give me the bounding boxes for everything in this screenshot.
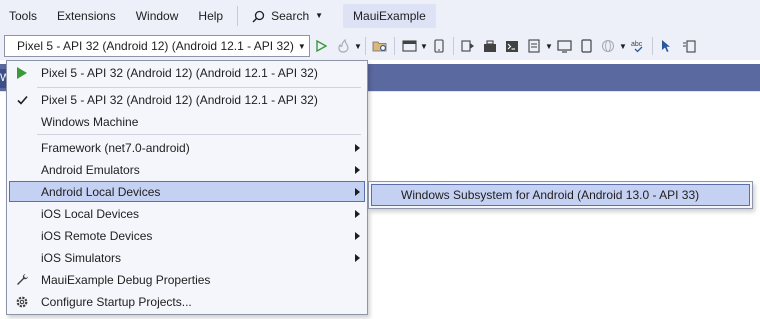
toolbox-icon (484, 40, 496, 52)
toolbar-separator (453, 37, 454, 55)
menu-item-label: Framework (net7.0-android) (41, 140, 190, 155)
hot-reload-button[interactable] (332, 35, 354, 57)
play-icon (17, 66, 27, 79)
search-label: Search (271, 9, 310, 23)
chevron-down-icon: ▼ (315, 11, 324, 20)
menu-separator (37, 134, 361, 135)
spell-check-icon: abc (631, 41, 643, 53)
chevron-right-icon (354, 165, 360, 174)
chevron-down-icon[interactable]: ▼ (354, 42, 362, 51)
menu-item-android-emulators[interactable]: Android Emulators (9, 159, 365, 180)
menu-item-windows-machine[interactable]: Windows Machine (9, 111, 365, 132)
menu-item-label: Pixel 5 - API 32 (Android 12) (Android 1… (41, 65, 318, 80)
menu-extensions[interactable]: Extensions (47, 0, 126, 32)
debug-target-menu: Pixel 5 - API 32 (Android 12) (Android 1… (6, 60, 368, 315)
menu-item-ios-local-devices[interactable]: iOS Local Devices (9, 203, 365, 224)
properties-icon (683, 40, 696, 53)
menu-item-pixel5-run[interactable]: Pixel 5 - API 32 (Android 12) (Android 1… (9, 62, 365, 83)
chevron-down-icon[interactable]: ▼ (420, 42, 428, 51)
toolbar-separator (394, 37, 395, 55)
step-button[interactable] (457, 35, 479, 57)
monitor-button[interactable] (553, 35, 575, 57)
toolbox-button[interactable] (479, 35, 501, 57)
debug-target-label: Pixel 5 - API 32 (Android 12) (Android 1… (17, 39, 294, 53)
menu-item-label: iOS Local Devices (41, 206, 140, 221)
android-local-devices-submenu: Windows Subsystem for Android (Android 1… (368, 181, 753, 209)
device-icon (434, 39, 444, 53)
menu-separator (237, 6, 239, 26)
checkmark-icon (16, 95, 28, 105)
chevron-right-icon (354, 143, 360, 152)
tablet-icon (580, 39, 592, 53)
menu-item-debug-properties[interactable]: MauiExample Debug Properties (9, 269, 365, 290)
step-icon (461, 40, 474, 52)
globe-button[interactable] (597, 35, 619, 57)
chevron-down-icon: ▼ (297, 41, 306, 51)
monitor-icon (556, 39, 572, 53)
menu-item-label: Configure Startup Projects... (41, 294, 192, 309)
menu-item-label: iOS Simulators (41, 250, 122, 265)
document-button[interactable] (523, 35, 545, 57)
chevron-right-icon (354, 253, 360, 262)
toolbar-separator (652, 37, 653, 55)
menu-item-windows-subsystem-android[interactable]: Windows Subsystem for Android (Android 1… (371, 184, 750, 206)
menu-item-label: Windows Machine (41, 114, 139, 129)
menu-window[interactable]: Window (126, 0, 189, 32)
menu-item-label: Android Emulators (41, 162, 140, 177)
menu-item-ios-simulators[interactable]: iOS Simulators (9, 247, 365, 268)
menu-item-label: iOS Remote Devices (41, 228, 153, 243)
play-outline-icon (315, 40, 327, 52)
chevron-right-icon (354, 231, 360, 240)
chevron-right-icon (354, 187, 360, 196)
gear-icon (16, 296, 28, 307)
menu-item-framework[interactable]: Framework (net7.0-android) (9, 137, 365, 158)
menu-item-label: Android Local Devices (41, 184, 161, 199)
chevron-right-icon (354, 209, 360, 218)
menu-separator (37, 87, 361, 88)
select-button[interactable] (656, 35, 678, 57)
document-icon (528, 39, 540, 53)
start-without-debugging-button[interactable] (310, 35, 332, 57)
find-in-files-button[interactable] (369, 35, 391, 57)
terminal-button[interactable] (501, 35, 523, 57)
toolbar-separator (365, 37, 366, 55)
menu-item-android-local-devices[interactable]: Android Local Devices (9, 181, 365, 202)
window-layout-icon (401, 39, 417, 52)
hot-reload-icon (338, 39, 349, 53)
menu-tools[interactable]: Tools (0, 0, 47, 32)
solution-title: MauiExample (343, 4, 436, 28)
menu-item-pixel5-selected[interactable]: Pixel 5 - API 32 (Android 12) (Android 1… (9, 89, 365, 110)
globe-icon (601, 39, 615, 53)
folder-search-icon (372, 41, 387, 52)
menu-item-label: MauiExample Debug Properties (41, 272, 211, 287)
menu-item-configure-startup[interactable]: Configure Startup Projects... (9, 291, 365, 312)
layout-button[interactable] (398, 35, 420, 57)
chevron-down-icon[interactable]: ▼ (545, 42, 553, 51)
wrench-icon (16, 274, 28, 285)
device-button[interactable] (428, 35, 450, 57)
spell-check-button[interactable]: abc (627, 35, 649, 57)
cursor-icon (662, 40, 670, 52)
properties-button[interactable] (678, 35, 700, 57)
svg-text:abc: abc (631, 41, 643, 48)
debug-target-dropdown[interactable]: Pixel 5 - API 32 (Android 12) (Android 1… (4, 35, 310, 57)
chevron-down-icon[interactable]: ▼ (619, 42, 627, 51)
search-button[interactable]: Search ▼ (244, 0, 331, 32)
search-icon (252, 10, 265, 23)
menu-bar: Tools Extensions Window Help Search ▼ Ma… (0, 0, 760, 32)
menu-item-ios-remote-devices[interactable]: iOS Remote Devices (9, 225, 365, 246)
terminal-icon (506, 40, 518, 52)
menu-help[interactable]: Help (188, 0, 233, 32)
tablet-button[interactable] (575, 35, 597, 57)
menu-item-label: Pixel 5 - API 32 (Android 12) (Android 1… (41, 92, 318, 107)
standard-toolbar: Pixel 5 - API 32 (Android 12) (Android 1… (0, 32, 760, 60)
